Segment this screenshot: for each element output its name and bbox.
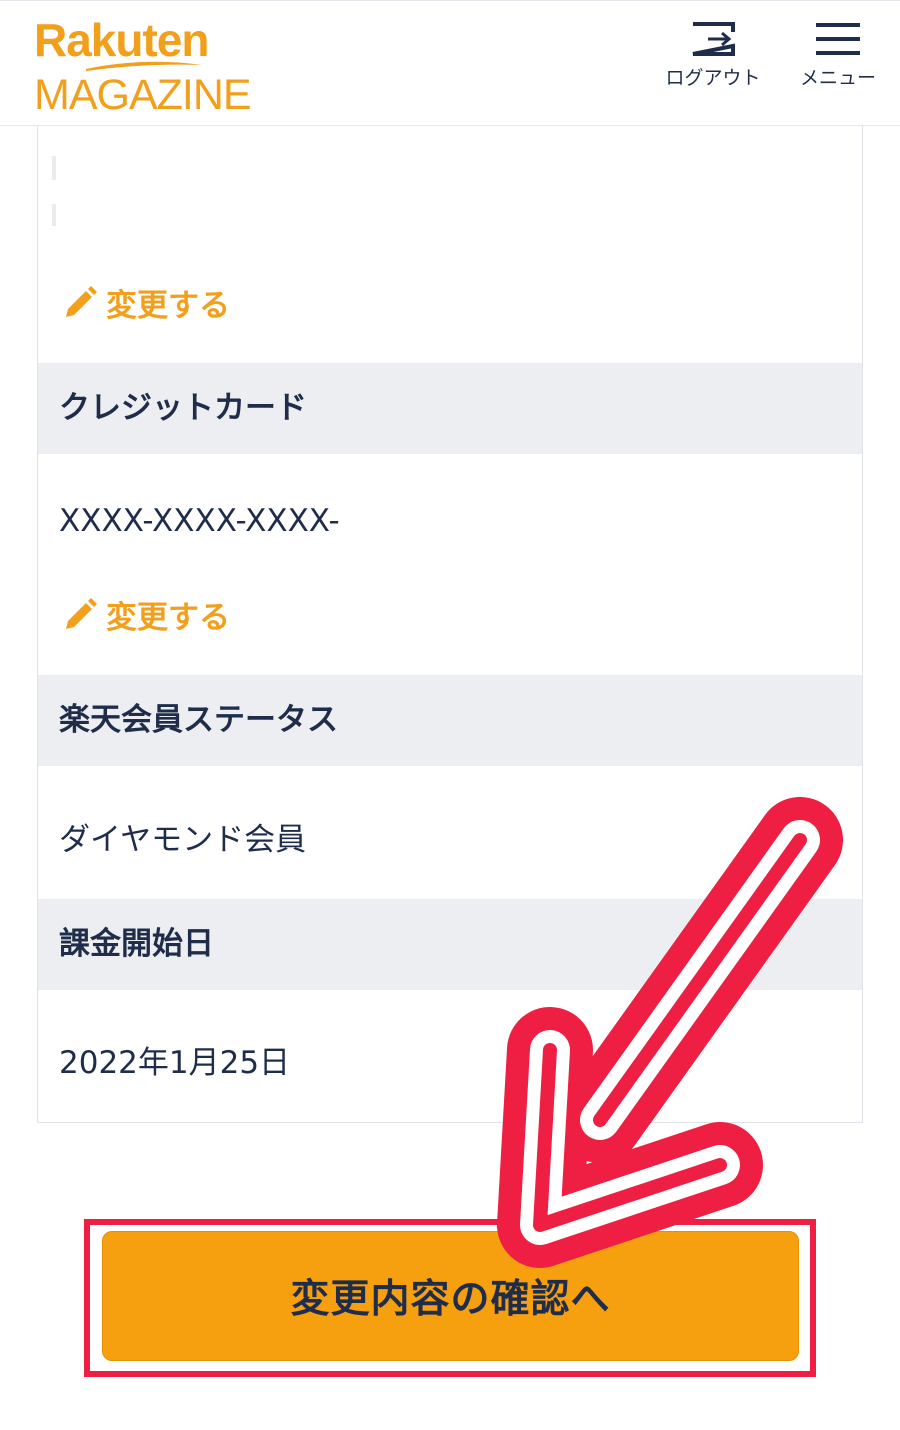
logo-magazine-text: MAGAZINE	[34, 71, 252, 119]
edit-link-label: 変更する	[106, 600, 230, 636]
section-header-billing-start: 課金開始日	[38, 899, 862, 990]
edit-link-label: 変更する	[106, 288, 230, 324]
menu-button[interactable]: メニュー	[798, 21, 878, 90]
section-header-credit-card: クレジットカード	[38, 363, 862, 454]
pencil-icon	[66, 285, 97, 317]
member-status-value: ダイヤモンド会員	[59, 822, 307, 858]
edit-credit-card-link[interactable]: 変更する	[62, 592, 230, 637]
subscription-details-card: 変更する クレジットカード XXXX-XXXX-XXXX- 変更する 楽天会員ス…	[37, 126, 863, 1123]
faded-text-fragment	[52, 204, 56, 226]
logo-rakuten-text: Rakuten	[34, 14, 209, 66]
logout-icon	[692, 22, 735, 56]
credit-card-number: XXXX-XXXX-XXXX-	[59, 503, 340, 539]
edit-link-1[interactable]: 変更する	[62, 280, 230, 325]
rakuten-magazine-logo[interactable]: Rakuten MAGAZINE	[34, 14, 252, 119]
confirm-changes-button[interactable]: 変更内容の確認へ	[102, 1231, 799, 1361]
logout-button[interactable]: ログアウト	[664, 21, 762, 90]
pencil-icon	[66, 597, 97, 629]
menu-label: メニュー	[799, 67, 876, 89]
logout-label: ログアウト	[665, 67, 761, 89]
hamburger-menu-icon	[816, 23, 860, 55]
faded-text-fragment	[52, 156, 56, 180]
section-header-member-status: 楽天会員ステータス	[38, 675, 862, 766]
app-header: Rakuten MAGAZINE ログアウト メニュー	[0, 0, 900, 126]
billing-start-date: 2022年1月25日	[59, 1045, 291, 1081]
